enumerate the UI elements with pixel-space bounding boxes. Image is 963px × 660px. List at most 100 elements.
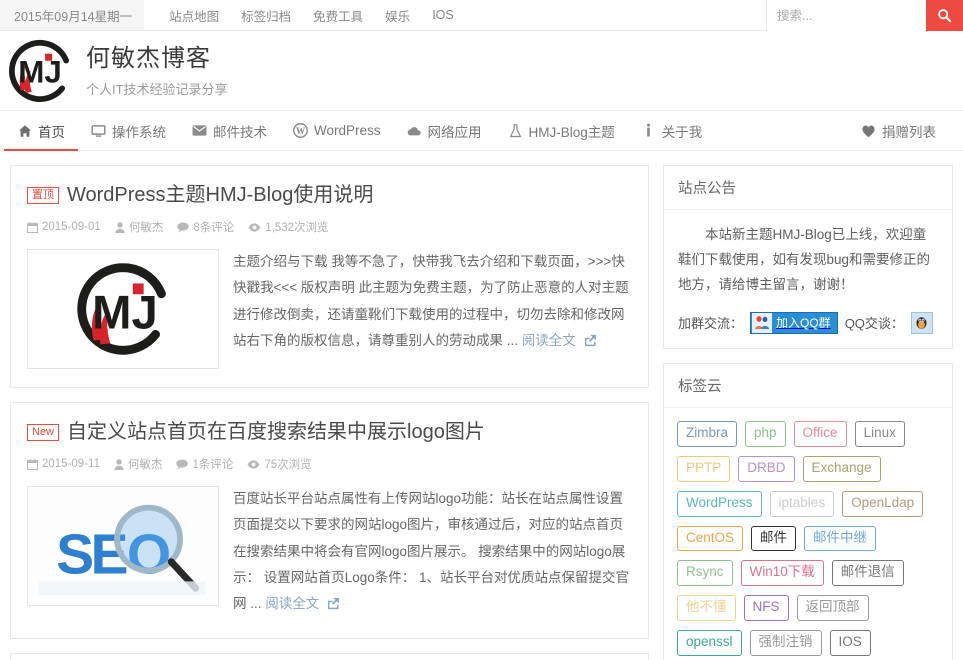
meta-comments-text: 1条评论 [192, 459, 234, 471]
user-icon [115, 221, 125, 233]
nav-label-wordpress: WordPress [314, 123, 381, 138]
tag-item[interactable]: 返回顶部 [796, 595, 869, 622]
svg-text:MJ: MJ [18, 54, 62, 89]
nav-label-network: 网络应用 [427, 124, 482, 140]
article-title[interactable]: WordPress主题HMJ-Blog使用说明 [67, 182, 373, 208]
nav-label-about: 关于我 [661, 124, 703, 140]
article-thumbnail[interactable]: S E O [27, 486, 219, 606]
nav-item-theme[interactable]: HMJ-Blog主题 [495, 111, 628, 150]
search-input[interactable] [766, 0, 926, 31]
meta-date-text: 2015-09-01 [42, 221, 101, 233]
nav-label-os: 操作系统 [112, 124, 166, 140]
tag-item[interactable]: php [745, 420, 786, 447]
share-icon[interactable] [327, 593, 340, 619]
top-nav-item-2[interactable]: 免费工具 [302, 6, 374, 25]
nav-item-about[interactable]: 关于我 [628, 111, 716, 150]
tag-item[interactable]: NFS [743, 595, 789, 622]
tag-item[interactable]: Exchange [802, 455, 881, 482]
tag-item[interactable]: IOS [829, 630, 871, 657]
tag-item[interactable]: Rsync [677, 560, 733, 587]
qq-chat-button[interactable] [910, 311, 933, 334]
tag-item[interactable]: Win10下载 [740, 560, 824, 587]
tag-item[interactable]: 邮件 [751, 525, 797, 552]
tag-item[interactable]: Linux [854, 420, 905, 447]
tag-item[interactable]: 邮件退信 [831, 560, 904, 587]
nav-item-os[interactable]: 操作系统 [78, 111, 179, 150]
calendar-icon [27, 458, 38, 470]
meta-author: 何敏杰 [115, 219, 163, 235]
top-nav-item-1[interactable]: 标签归档 [230, 6, 302, 25]
site-logo[interactable]: MJ [8, 39, 72, 103]
share-icon[interactable] [584, 330, 597, 356]
tag-item[interactable]: Zimbra [677, 420, 738, 447]
meta-author: 何敏杰 [114, 456, 162, 472]
nav-item-mail[interactable]: 邮件技术 [179, 111, 280, 150]
tag-item[interactable]: Office [793, 420, 847, 447]
nav-item-home[interactable]: 首页 [4, 111, 78, 151]
meta-date-text: 2015-09-11 [42, 458, 100, 470]
read-more-link[interactable]: 阅读全文 [265, 596, 319, 611]
main-nav: 首页 操作系统 邮件技术 W WordPress 网络应用 HMJ-Blog主题… [0, 110, 963, 151]
svg-text:MJ: MJ [92, 287, 158, 340]
tag-item[interactable]: iptables [769, 490, 835, 517]
site-title: 何敏杰博客 [86, 44, 211, 72]
qq-group-icon [752, 312, 773, 333]
widget-tag-cloud: 标签云 Zimbra php Office Linux PPTP DRBD Exchange… [663, 362, 953, 660]
notice-text: 本站新主题HMJ-Blog已上线，欢迎童鞋们下载使用，如有发现bug和需要修正的… [678, 227, 931, 292]
svg-text:S: S [56, 523, 94, 587]
article-excerpt-text: 百度站长平台站点属性有上传网站logo功能：站长在站点属性设置页面提交以下要求的… [233, 491, 630, 612]
notice-title: 站点公告 [664, 166, 952, 210]
page-body: 置顶 WordPress主题HMJ-Blog使用说明 2015-09-01 何敏… [0, 151, 963, 660]
sticky-badge: 置顶 [27, 187, 59, 205]
cloud-icon [407, 123, 422, 138]
qq-group-label: 加群交流： [678, 316, 744, 332]
mj-logo-icon: MJ [8, 39, 72, 102]
search-icon [938, 9, 952, 23]
current-date: 2015年09月14星期一 [0, 0, 145, 30]
tag-item[interactable]: OpenLdap [842, 490, 924, 517]
tag-item[interactable]: 邮件中继 [804, 525, 877, 552]
article-thumbnail[interactable]: MJ [27, 249, 219, 369]
flask-icon [508, 123, 523, 138]
tag-item[interactable]: PPTP [677, 455, 731, 482]
nav-item-network[interactable]: 网络应用 [394, 111, 495, 150]
tag-item[interactable]: 他不懂 [677, 595, 736, 622]
qq-chat-label: QQ交谈： [844, 316, 904, 332]
qq-penguin-icon [916, 317, 927, 330]
meta-comments: 8条评论 [177, 219, 234, 235]
nav-item-wordpress[interactable]: W WordPress [280, 111, 394, 150]
top-nav-item-4[interactable]: IOS [421, 8, 465, 22]
search-button[interactable] [926, 0, 963, 31]
top-bar: 2015年09月14星期一 站点地图 标签归档 免费工具 娱乐 IOS [0, 0, 963, 31]
nav-item-donate[interactable]: 捐赠列表 [848, 111, 949, 150]
widget-site-notice: 站点公告 本站新主题HMJ-Blog已上线，欢迎童鞋们下载使用，如有发现bug和… [663, 165, 953, 349]
article-excerpt: 百度站长平台站点属性有上传网站logo功能：站长在站点属性设置页面提交以下要求的… [233, 486, 632, 620]
tagcloud-list: Zimbra php Office Linux PPTP DRBD Exchange Word… [664, 408, 952, 660]
home-icon [17, 123, 32, 138]
read-more-link[interactable]: 阅读全文 [522, 333, 576, 348]
tag-item[interactable]: openssl [677, 630, 742, 657]
top-nav-item-3[interactable]: 娱乐 [374, 6, 421, 25]
tag-item[interactable]: DRBD [738, 455, 795, 482]
nav-label-mail: 邮件技术 [213, 124, 267, 140]
calendar-icon [27, 221, 38, 233]
tagcloud-title: 标签云 [664, 364, 952, 408]
info-icon [641, 123, 656, 138]
join-qq-group-button[interactable]: 加入QQ群 [750, 311, 838, 334]
article-excerpt: 主题介绍与下载 我等不急了，快带我飞去介绍和下载页面，>>>快快戳我<<< 版权… [233, 249, 632, 369]
nav-label-theme: HMJ-Blog主题 [528, 124, 615, 140]
top-nav-item-0[interactable]: 站点地图 [158, 6, 230, 25]
tag-item[interactable]: 强制注销 [749, 630, 822, 657]
article-meta: 2015-09-01 何敏杰 8条评论 1,532次浏览 [27, 219, 632, 235]
eye-icon [248, 222, 261, 232]
article-list: 置顶 WordPress主题HMJ-Blog使用说明 2015-09-01 何敏… [10, 165, 649, 660]
article-title[interactable]: 自定义站点首页在百度搜索结果中展示logo图片 [67, 419, 485, 445]
meta-views-text: 1,532次浏览 [265, 222, 329, 234]
envelope-icon [192, 123, 207, 138]
user-icon [114, 458, 124, 470]
tag-item[interactable]: CentOS [677, 525, 744, 552]
new-badge: New [27, 424, 60, 442]
nav-label-donate: 捐赠列表 [882, 124, 936, 140]
tag-item[interactable]: WordPress [677, 490, 762, 517]
comment-icon [177, 222, 190, 233]
